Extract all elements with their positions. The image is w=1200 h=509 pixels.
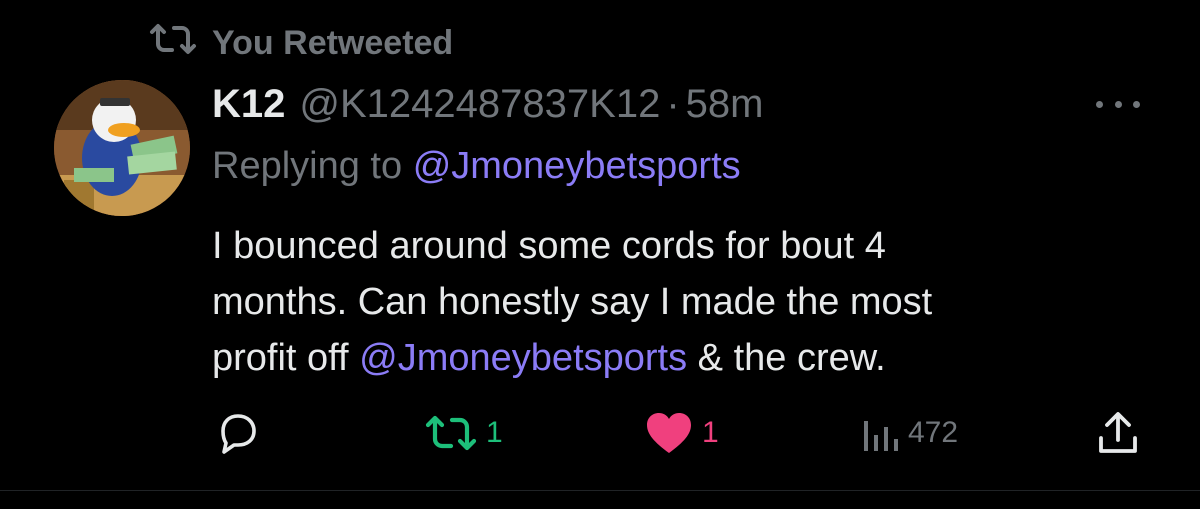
reply-mention-link[interactable]: @Jmoneybetsports xyxy=(413,145,741,187)
more-dot-icon xyxy=(1114,100,1122,108)
share-icon xyxy=(1096,410,1140,456)
views-chart-icon xyxy=(860,413,900,453)
timestamp[interactable]: 58m xyxy=(686,82,764,127)
views-button[interactable]: 472 xyxy=(860,405,958,461)
mention-link[interactable]: @Jmoneybetsports xyxy=(359,337,687,379)
like-count: 1 xyxy=(702,416,719,449)
share-button[interactable] xyxy=(1096,405,1140,461)
retweet-context-label: You Retweeted xyxy=(212,24,454,62)
tweet-text-segment: & the crew. xyxy=(697,337,886,379)
tweet-header: K12 @K1242487837K12 · 58m xyxy=(212,82,763,127)
tweet-action-bar: 1 1 472 xyxy=(0,405,1200,465)
more-dot-icon xyxy=(1133,100,1140,108)
retweet-count: 1 xyxy=(486,416,503,449)
more-dot-icon xyxy=(1096,100,1103,108)
reply-icon xyxy=(214,410,260,456)
views-count: 472 xyxy=(908,416,959,449)
reply-button[interactable] xyxy=(214,405,260,461)
divider xyxy=(0,490,1200,491)
retweet-icon xyxy=(148,22,198,65)
tweet-text-line: months. Can honestly say I made the most xyxy=(212,281,933,323)
tweet-text-line: profit off @Jmoneybetsports & the crew. xyxy=(212,330,1112,386)
heart-icon xyxy=(644,411,694,455)
retweet-icon xyxy=(424,413,478,453)
avatar[interactable] xyxy=(54,80,190,216)
display-name[interactable]: K12 xyxy=(212,82,285,127)
retweet-button[interactable]: 1 xyxy=(424,405,503,461)
user-handle[interactable]: @K1242487837K12 xyxy=(299,82,660,127)
tweet-text: I bounced around some cords for bout 4 m… xyxy=(212,218,1112,386)
tweet-text-line: I bounced around some cords for bout 4 xyxy=(212,225,886,267)
meta-separator: · xyxy=(666,82,680,126)
reply-prefix: Replying to xyxy=(212,145,403,187)
like-button[interactable]: 1 xyxy=(644,405,719,461)
tweet-text-segment: profit off xyxy=(212,337,349,379)
retweet-context-header[interactable]: You Retweeted xyxy=(148,22,453,65)
reply-context: Replying to @Jmoneybetsports xyxy=(212,145,741,188)
more-options-button[interactable] xyxy=(1096,94,1140,114)
